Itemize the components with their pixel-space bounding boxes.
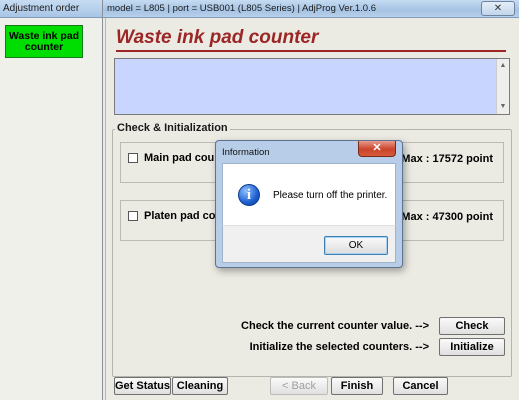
dialog-footer: OK — [222, 225, 396, 263]
platen-pad-label: Platen pad cou — [144, 210, 223, 222]
adjustment-order-title: Adjustment order — [0, 0, 102, 18]
checkbox-icon[interactable] — [128, 211, 138, 221]
main-titlebar: model = L805 | port = USB001 (L805 Serie… — [103, 0, 519, 18]
adjustment-order-window: Adjustment order Waste ink pad counter — [0, 0, 103, 400]
check-button[interactable]: Check — [439, 317, 505, 335]
group-title: Check & Initialization — [115, 122, 230, 134]
information-dialog: Information ✕ i Please turn off the prin… — [215, 140, 403, 268]
info-icon: i — [238, 184, 260, 206]
initialize-button[interactable]: Initialize — [439, 338, 505, 356]
scroll-down-icon[interactable]: ▼ — [497, 102, 509, 112]
close-icon: ✕ — [372, 142, 382, 154]
info-panel-scrollbar[interactable]: ▲ ▼ — [496, 59, 509, 114]
checkbox-icon[interactable] — [128, 153, 138, 163]
window-close-button[interactable]: ✕ — [481, 1, 515, 16]
cleaning-button[interactable]: Cleaning — [172, 377, 228, 395]
finish-button[interactable]: Finish — [331, 377, 383, 395]
scroll-up-icon[interactable]: ▲ — [497, 61, 509, 71]
dialog-title: Information — [222, 147, 270, 158]
main-pad-max: Max : 17572 point — [401, 153, 493, 165]
menu-item-waste-ink-pad-counter[interactable]: Waste ink pad counter — [5, 25, 83, 58]
main-pad-label: Main pad coun — [144, 152, 221, 164]
info-panel[interactable]: ▲ ▼ — [114, 58, 510, 115]
platen-pad-checkbox[interactable]: Platen pad cou — [128, 210, 222, 222]
window-title: model = L805 | port = USB001 (L805 Serie… — [107, 3, 376, 14]
dialog-message: Please turn off the printer. — [273, 190, 388, 201]
platen-pad-max: Max : 47300 point — [401, 211, 493, 223]
initialize-instruction: Initialize the selected counters. --> — [249, 341, 429, 353]
close-icon: ✕ — [493, 3, 503, 14]
get-status-button[interactable]: Get Status — [114, 377, 171, 395]
page-title: Waste ink pad counter — [116, 27, 319, 48]
ok-button[interactable]: OK — [324, 236, 388, 255]
main-pad-checkbox[interactable]: Main pad coun — [128, 152, 221, 164]
adjustment-order-body: Waste ink pad counter — [0, 18, 102, 400]
back-button[interactable]: < Back — [270, 377, 328, 395]
dialog-content: i Please turn off the printer. — [222, 163, 396, 225]
title-underline — [116, 50, 506, 52]
dialog-close-button[interactable]: ✕ — [358, 141, 396, 157]
check-instruction: Check the current counter value. --> — [241, 320, 429, 332]
cancel-button[interactable]: Cancel — [393, 377, 448, 395]
initialize-row: Initialize the selected counters. --> In… — [250, 338, 505, 356]
check-row: Check the current counter value. --> Che… — [241, 317, 505, 335]
